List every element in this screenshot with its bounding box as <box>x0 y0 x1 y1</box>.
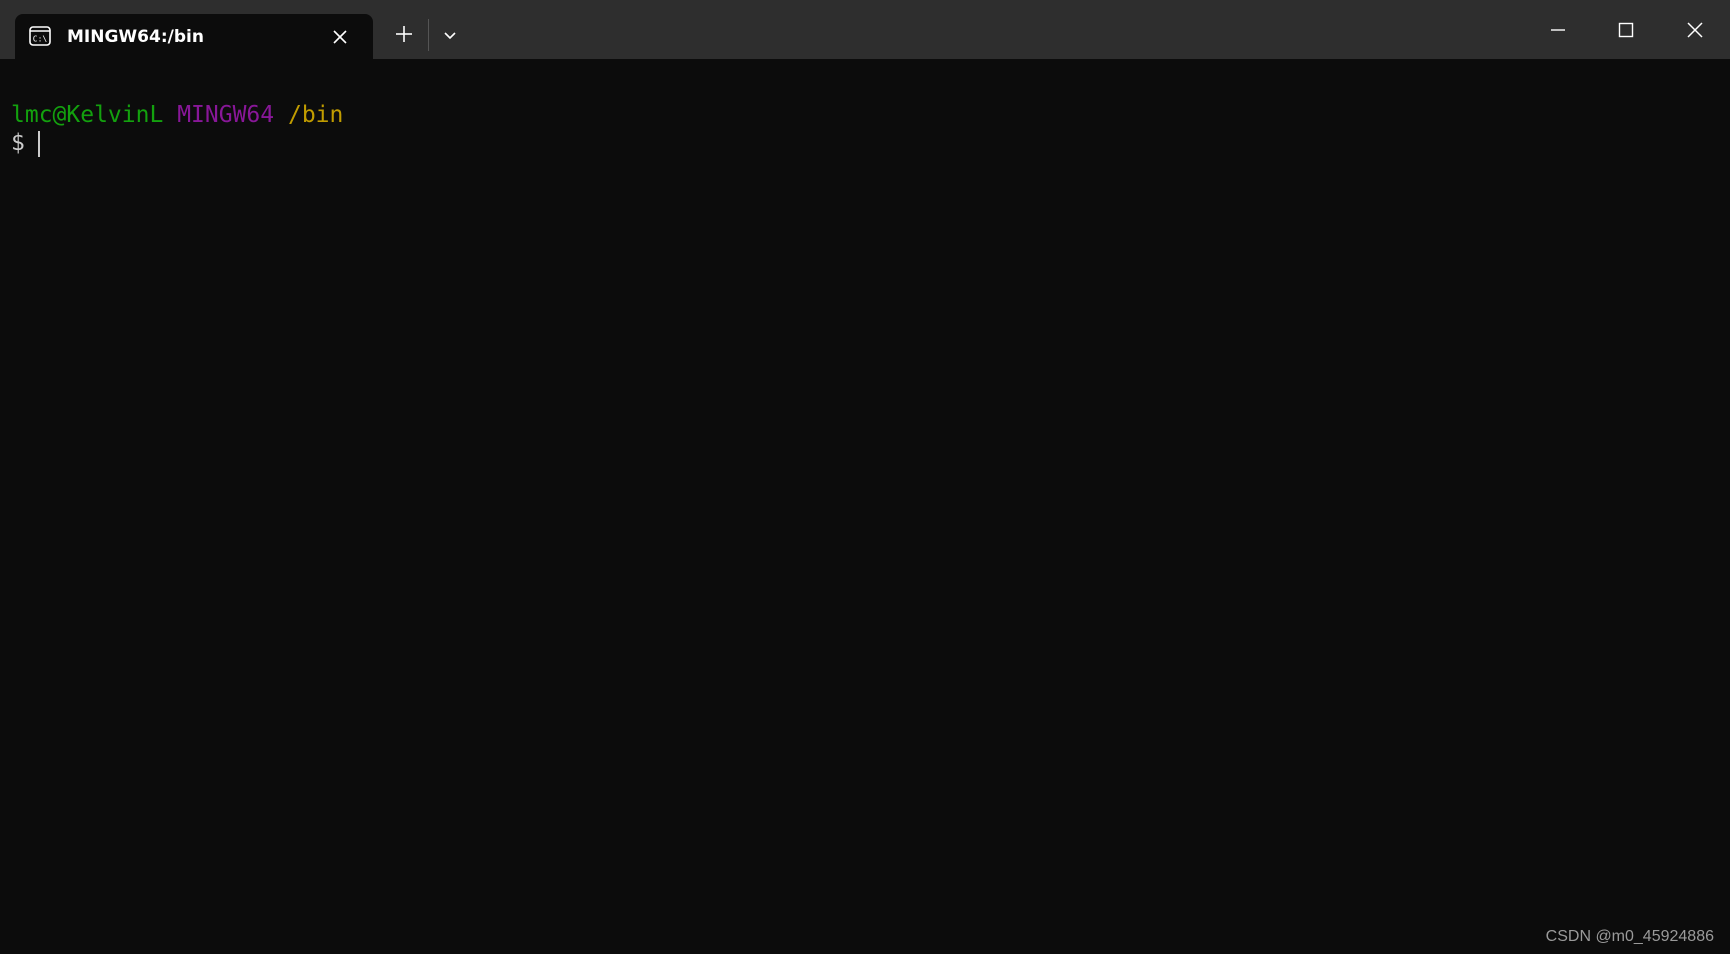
input-line[interactable]: $ <box>11 129 25 157</box>
terminal-window: C:\ MINGW64:/bin lmc@KelvinL MINGW64 /bi… <box>0 0 1730 954</box>
titlebar-divider <box>428 19 429 51</box>
prompt-line: lmc@KelvinL MINGW64 /bin <box>11 101 343 129</box>
svg-text:C:\: C:\ <box>33 35 48 44</box>
prompt-system: MINGW64 <box>177 102 275 128</box>
terminal-icon: C:\ <box>29 26 51 46</box>
tab-mingw64[interactable]: C:\ MINGW64:/bin <box>15 14 373 59</box>
close-icon[interactable] <box>1678 14 1712 48</box>
watermark: CSDN @m0_45924886 <box>1545 928 1714 945</box>
minimize-icon[interactable] <box>1541 14 1575 48</box>
terminal-output[interactable]: lmc@KelvinL MINGW64 /bin $ <box>0 59 1730 954</box>
prompt-user: lmc@KelvinL <box>11 102 164 128</box>
title-bar[interactable]: C:\ MINGW64:/bin <box>0 0 1730 59</box>
tab-close-icon[interactable] <box>331 28 349 46</box>
prompt-path: /bin <box>287 102 344 128</box>
prompt-symbol: $ <box>11 130 25 156</box>
text-cursor <box>38 131 40 157</box>
plus-icon[interactable] <box>390 20 418 48</box>
tab-title: MINGW64:/bin <box>67 27 204 47</box>
chevron-down-icon[interactable] <box>438 24 462 46</box>
maximize-icon[interactable] <box>1609 14 1643 48</box>
